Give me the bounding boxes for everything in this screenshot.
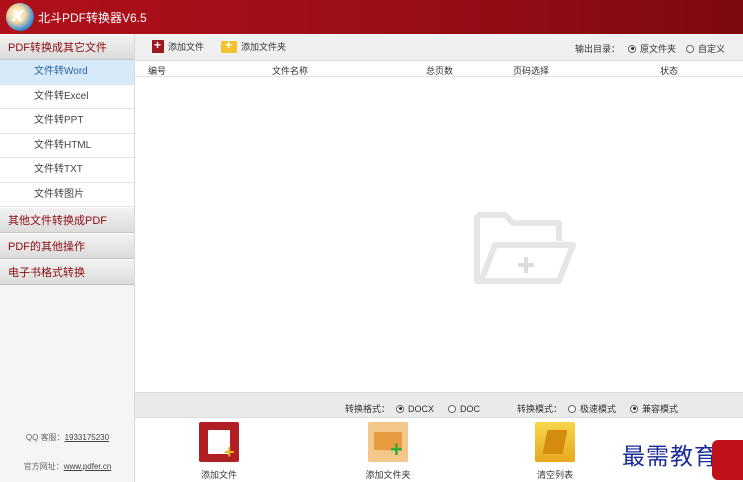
output-source-folder-radio[interactable] — [628, 44, 637, 53]
toolbar: 添加文件 添加文件夹 输出目录： 原文件夹 自定义 — [135, 34, 743, 61]
file-table-header: 编号 文件名称 总页数 页码选择 状态 — [135, 61, 743, 77]
sidebar-item-to-html[interactable]: 文件转HTML — [0, 133, 134, 158]
add-file-label: 添加文件 — [168, 42, 205, 52]
bottom-add-file-button[interactable]: 添加文件 — [179, 422, 259, 481]
output-dir: 输出目录： 原文件夹 自定义 — [575, 42, 725, 55]
format-docx-radio[interactable] — [396, 404, 405, 413]
clear-list-label: 清空列表 — [536, 470, 573, 480]
app-title: 北斗PDF转换器V6.5 — [38, 11, 147, 25]
add-folder-button[interactable]: 添加文件夹 — [221, 38, 287, 53]
site-label: 官方网址： — [23, 462, 64, 471]
broom-icon — [535, 422, 575, 462]
column-status: 状态 — [660, 66, 679, 76]
output-source-folder-label: 原文件夹 — [640, 44, 677, 54]
output-custom-radio[interactable] — [686, 44, 695, 53]
output-dir-label: 输出目录： — [575, 44, 621, 54]
add-folder-label: 添加文件夹 — [241, 42, 287, 52]
watermark-text: 最需教育 — [622, 444, 718, 470]
sidebar-item-to-excel[interactable]: 文件转Excel — [0, 84, 134, 109]
sidebar-category-pdf-to-other[interactable]: PDF转换成其它文件 — [0, 34, 134, 60]
bottom-add-file-label: 添加文件 — [200, 470, 237, 480]
bottom-add-folder-button[interactable]: 添加文件夹 — [348, 422, 428, 481]
app-logo-icon: X — [6, 3, 34, 31]
sidebar-category-other-to-pdf[interactable]: 其他文件转换成PDF — [0, 207, 134, 233]
column-filename: 文件名称 — [272, 66, 309, 76]
sidebar-item-to-word[interactable]: 文件转Word — [0, 60, 134, 85]
column-page-selection: 页码选择 — [513, 66, 550, 76]
site-url-link[interactable]: www.pdfer.cn — [64, 462, 112, 471]
format-label: 转换格式： — [345, 404, 391, 414]
format-options: 转换格式： DOCX DOC — [345, 402, 480, 415]
sidebar-item-to-txt[interactable]: 文件转TXT — [0, 158, 134, 183]
mode-compatible-radio[interactable] — [630, 404, 639, 413]
sidebar-item-to-ppt[interactable]: 文件转PPT — [0, 109, 134, 134]
column-number: 编号 — [148, 66, 167, 76]
empty-folder-add-icon[interactable] — [471, 211, 577, 287]
sidebar-category-ebook-convert[interactable]: 电子书格式转换 — [0, 259, 134, 285]
bottom-add-folder-label: 添加文件夹 — [365, 470, 411, 480]
add-file-button[interactable]: 添加文件 — [152, 38, 205, 53]
add-file-icon — [152, 38, 164, 53]
add-folder-icon — [221, 38, 237, 53]
mode-label: 转换模式： — [517, 404, 563, 414]
sidebar-category-pdf-operations[interactable]: PDF的其他操作 — [0, 233, 134, 259]
format-docx-label: DOCX — [408, 403, 435, 414]
corner-badge — [712, 440, 743, 480]
mode-fast-radio[interactable] — [568, 404, 577, 413]
sidebar: PDF转换成其它文件 文件转Word 文件转Excel 文件转PPT 文件转HT… — [0, 34, 135, 482]
column-total-pages: 总页数 — [426, 66, 454, 76]
format-doc-radio[interactable] — [448, 404, 457, 413]
add-file-large-icon — [199, 422, 239, 463]
title-bar: X 北斗PDF转换器V6.5 — [0, 0, 743, 34]
sidebar-item-to-image[interactable]: 文件转图片 — [0, 182, 134, 207]
qq-number-link[interactable]: 1933175230 — [65, 433, 110, 442]
mode-compatible-label: 兼容模式 — [642, 404, 679, 414]
qq-support: QQ 客服：1933175230 — [0, 432, 135, 443]
conversion-options-bar: 转换格式： DOCX DOC 转换模式： 极速模式 兼容模式 — [135, 392, 743, 418]
qq-label: QQ 客服： — [25, 433, 65, 442]
clear-list-button[interactable]: 清空列表 — [515, 422, 595, 481]
format-doc-label: DOC — [460, 403, 481, 414]
mode-options: 转换模式： 极速模式 兼容模式 — [517, 402, 678, 415]
official-site: 官方网址：www.pdfer.cn — [0, 461, 135, 472]
file-list-area[interactable] — [135, 77, 743, 392]
mode-fast-label: 极速模式 — [580, 404, 617, 414]
add-folder-large-icon — [368, 422, 408, 463]
output-custom-label: 自定义 — [698, 44, 726, 54]
